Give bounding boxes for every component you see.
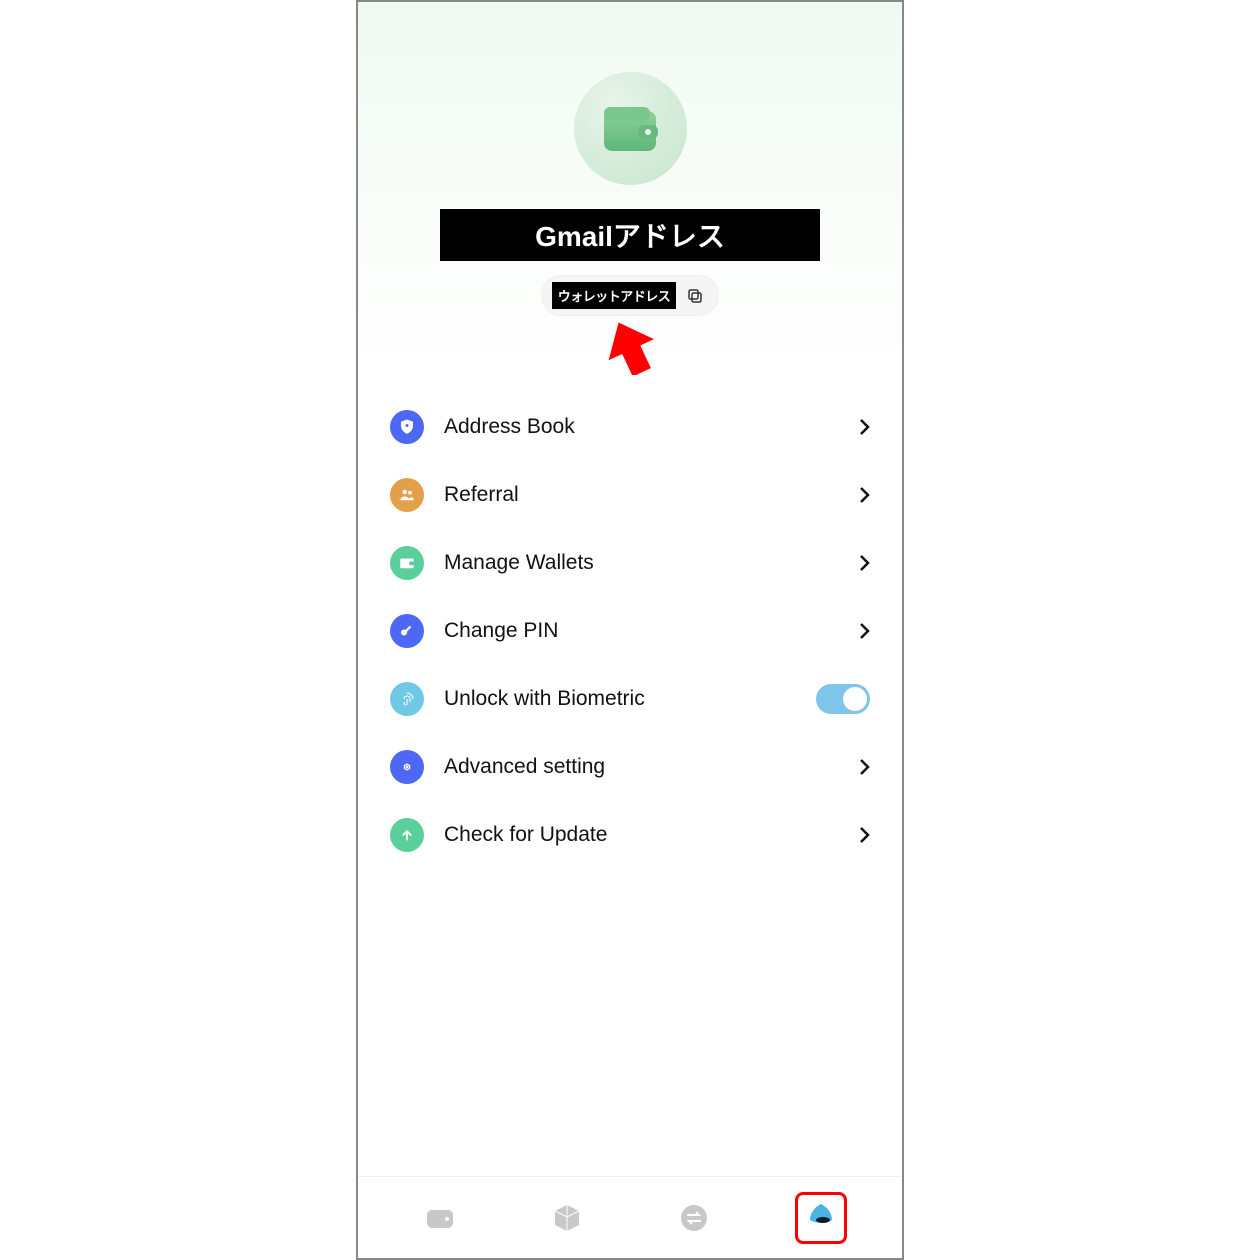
cube-nav-icon	[550, 1201, 584, 1235]
settings-menu: Address Book Referral Manage Wallets	[388, 393, 872, 869]
people-icon	[390, 478, 424, 512]
wallet-address-pill[interactable]: ウォレットアドレス	[541, 275, 720, 316]
email-label: Gmailアドレス	[440, 209, 820, 261]
wallet-hero-icon	[574, 72, 687, 185]
menu-item-change-pin[interactable]: Change PIN	[388, 597, 872, 665]
menu-label: Change PIN	[444, 619, 840, 643]
nav-wallet[interactable]	[414, 1192, 466, 1244]
menu-item-biometric[interactable]: Unlock with Biometric	[388, 665, 872, 733]
dolphin-nav-icon	[804, 1201, 838, 1235]
fingerprint-icon	[390, 682, 424, 716]
menu-label: Referral	[444, 483, 840, 507]
menu-label: Manage Wallets	[444, 551, 840, 575]
menu-label: Address Book	[444, 415, 840, 439]
wallet-nav-icon	[423, 1201, 457, 1235]
app-screen: Gmailアドレス ウォレットアドレス Address Book	[356, 0, 904, 1260]
menu-item-update[interactable]: Check for Update	[388, 801, 872, 869]
chevron-right-icon	[860, 623, 870, 639]
menu-item-advanced[interactable]: Advanced setting	[388, 733, 872, 801]
chevron-right-icon	[860, 487, 870, 503]
shield-icon	[390, 410, 424, 444]
menu-label: Advanced setting	[444, 755, 840, 779]
chevron-right-icon	[860, 759, 870, 775]
copy-icon[interactable]	[686, 287, 704, 305]
profile-content: Gmailアドレス ウォレットアドレス Address Book	[358, 2, 902, 1176]
update-icon	[390, 818, 424, 852]
menu-item-referral[interactable]: Referral	[388, 461, 872, 529]
gear-icon	[390, 750, 424, 784]
chevron-right-icon	[860, 555, 870, 571]
chevron-right-icon	[860, 827, 870, 843]
bottom-nav	[358, 1176, 902, 1258]
swap-nav-icon	[677, 1201, 711, 1235]
menu-item-manage-wallets[interactable]: Manage Wallets	[388, 529, 872, 597]
biometric-toggle[interactable]	[816, 684, 870, 714]
nav-dolphin[interactable]	[795, 1192, 847, 1244]
nav-cube[interactable]	[541, 1192, 593, 1244]
menu-item-address-book[interactable]: Address Book	[388, 393, 872, 461]
wallet-small-icon	[390, 546, 424, 580]
nav-swap[interactable]	[668, 1192, 720, 1244]
chevron-right-icon	[860, 419, 870, 435]
wallet-icon	[598, 97, 662, 161]
key-icon	[390, 614, 424, 648]
menu-label: Check for Update	[444, 823, 840, 847]
menu-label: Unlock with Biometric	[444, 687, 796, 711]
red-arrow-annotation	[605, 320, 655, 375]
wallet-address-label: ウォレットアドレス	[552, 282, 677, 309]
